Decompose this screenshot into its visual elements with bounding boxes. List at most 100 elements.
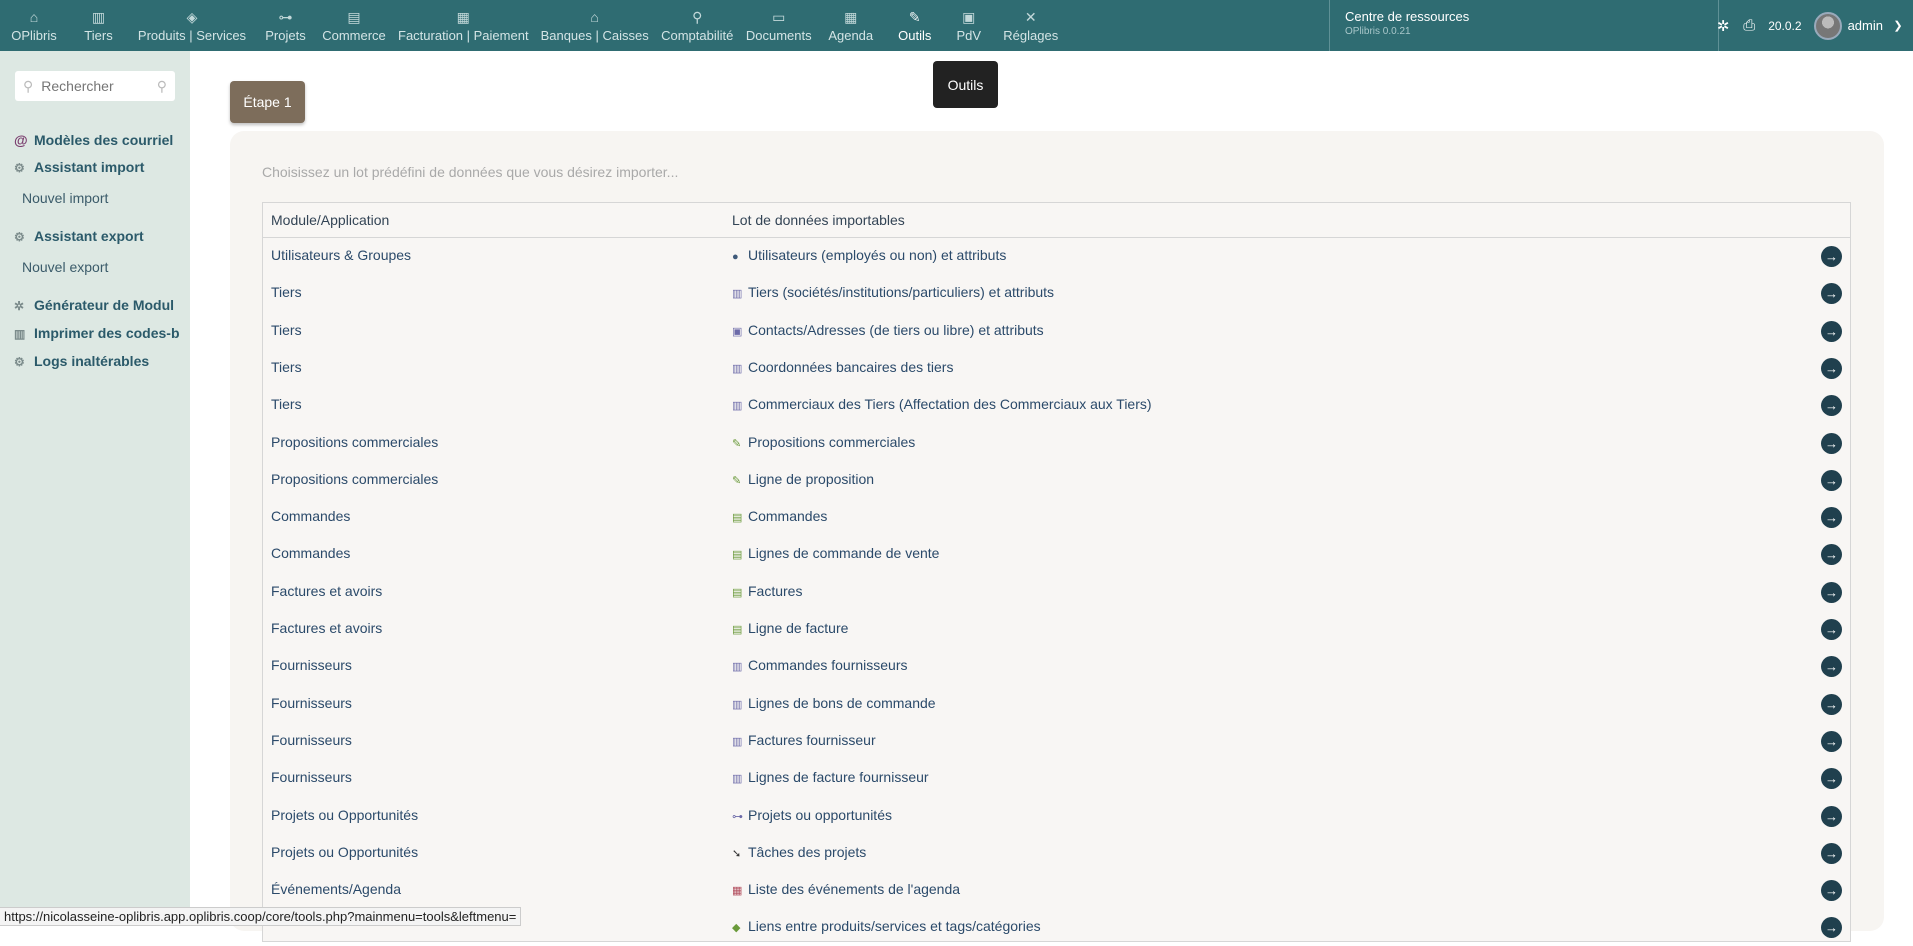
sidebar-item-logs-inalt-rables[interactable]: ⚙ Logs inaltérables (14, 353, 190, 369)
table-row: Fournisseurs ▥ Commandes fournisseurs → (263, 648, 1850, 685)
nav-item-outils[interactable]: ✎ Outils (884, 0, 946, 51)
sidebar-item-assistant-export[interactable]: ⚙ Assistant export (14, 228, 190, 244)
arrow-right-icon[interactable]: → (1821, 656, 1842, 678)
sidebar-item-nouvel-export[interactable]: Nouvel export (22, 259, 198, 275)
sidebar-item-nouvel-import[interactable]: Nouvel import (22, 190, 198, 206)
nav-item-label: Facturation | Paiement (398, 28, 529, 43)
address-card-icon: ▣ (732, 325, 743, 338)
dataset-label: Commandes fournisseurs (748, 657, 908, 674)
table-row: Tiers ▥ Tiers (sociétés/institutions/parti… (263, 275, 1850, 312)
module-cell: Événements/Agenda (271, 881, 401, 898)
step-1-button[interactable]: Étape 1 (230, 81, 305, 123)
arrow-right-icon[interactable]: → (1821, 283, 1842, 305)
table-row: Projets ou Opportunités ➘ Tâches des proje… (263, 835, 1850, 872)
proposal-icon: ✎ (732, 474, 742, 487)
dataset-label: Ligne de proposition (748, 470, 875, 487)
sidebar-item-mod-les-des-courriel[interactable]: @ Modèles des courriel (14, 132, 190, 148)
nav-item-label: Banques | Caisses (540, 28, 649, 43)
dataset-cell: ✎ Propositions commerciales (732, 434, 915, 450)
arrow-right-icon[interactable]: → (1821, 768, 1842, 790)
dataset-cell: ▤ Commandes (732, 508, 827, 524)
print-icon[interactable]: ⎙ (1738, 17, 1760, 34)
task-icon: ➘ (732, 847, 742, 860)
order-icon: ▤ (732, 512, 743, 525)
search-submit-icon[interactable]: ⚲ (157, 78, 167, 95)
arrow-right-icon[interactable]: → (1821, 507, 1842, 529)
dataset-cell: ● Utilisateurs (employés ou non) et attri… (732, 247, 1006, 263)
building-icon: ▥ (91, 9, 106, 25)
arrow-right-icon[interactable]: → (1821, 246, 1842, 267)
table-row: Propositions commerciales ✎ Propositions c… (263, 425, 1850, 462)
arrow-right-icon[interactable]: → (1821, 880, 1842, 902)
import-datasets-table: Module/Application Lot de données import… (262, 202, 1851, 942)
arrow-right-icon[interactable]: → (1821, 469, 1842, 491)
chevron-down-icon[interactable]: ❯ (1887, 19, 1909, 32)
dataset-cell: ➘ Tâches des projets (732, 844, 866, 860)
user-name[interactable]: admin (1848, 18, 1883, 33)
arrow-right-icon[interactable]: → (1821, 842, 1842, 864)
sidebar-item-label: Modèles des courriel (34, 132, 174, 148)
nav-item-comptabilit[interactable]: ⚲ Comptabilité (655, 0, 740, 51)
column-header-module: Module/Application (271, 212, 390, 228)
dataset-cell: ▣ Contacts/Adresses (de tiers ou libre) e… (732, 322, 1044, 338)
arrow-right-icon[interactable]: → (1821, 730, 1842, 752)
arrow-right-icon[interactable]: → (1821, 395, 1842, 417)
version-label: 20.0.2 (1768, 18, 1802, 33)
top-right-tools: ✲ ⎙ 20.0.2 admin ❯ (1708, 0, 1913, 51)
building-icon: ▥ (732, 400, 743, 413)
nav-item-pdv[interactable]: ▣ PdV (946, 0, 992, 51)
dataset-label: Commerciaux des Tiers (Affectation des C… (748, 396, 1152, 413)
arrow-right-icon[interactable]: → (1821, 917, 1842, 939)
nav-item-label: PdV (956, 28, 982, 43)
nav-item-label: Tiers (84, 28, 113, 43)
building-icon: ▥ (732, 362, 743, 375)
dataset-label: Coordonnées bancaires des tiers (748, 358, 954, 375)
dataset-cell: ▥ Tiers (sociétés/institutions/particulie… (732, 284, 1054, 300)
dataset-label: Tiers (sociétés/institutions/particulier… (748, 284, 1055, 301)
arrow-right-icon[interactable]: → (1821, 693, 1842, 715)
dataset-label: Lignes de bons de commande (748, 694, 936, 711)
arrow-right-icon[interactable]: → (1821, 432, 1842, 454)
dataset-cell: ▥ Lignes de bons de commande (732, 695, 936, 711)
table-header: Module/Application Lot de données import… (263, 203, 1850, 238)
sidebar-item-imprimer-des-codes-b[interactable]: ▥ Imprimer des codes-b (14, 325, 190, 341)
wrench-icon: ✎ (908, 9, 921, 25)
user-icon: ● (732, 251, 739, 263)
arrow-right-icon[interactable]: → (1821, 544, 1842, 566)
avatar[interactable] (1813, 11, 1842, 40)
nav-item-tiers[interactable]: ▥ Tiers (68, 0, 129, 51)
arrow-right-icon[interactable]: → (1821, 805, 1842, 827)
arrow-right-icon[interactable]: → (1821, 320, 1842, 342)
nav-item-banques-caisses[interactable]: ⌂ Banques | Caisses (535, 0, 655, 51)
nav-item-produits-services[interactable]: ◈ Produits | Services (129, 0, 255, 51)
cube-icon: ◈ (186, 9, 198, 25)
nav-item-r-glages[interactable]: ✕ Réglages (992, 0, 1070, 51)
dataset-cell: ◆ Liens entre produits/services et tags/c… (732, 918, 1041, 934)
module-cell: Fournisseurs (271, 731, 352, 748)
dataset-label: Propositions commerciales (748, 433, 916, 450)
nav-item-documents[interactable]: ▭ Documents (740, 0, 818, 51)
module-cell: Utilisateurs & Groupes (271, 247, 412, 263)
nav-item-projets[interactable]: ⊶ Projets (255, 0, 316, 51)
resource-center-subtitle: OPlibris 0.0.21 (1345, 26, 1411, 37)
resource-center[interactable]: Centre de ressources OPlibris 0.0.21 (1329, 0, 1719, 51)
nav-item-commerce[interactable]: ▤ Commerce (316, 0, 392, 51)
arrow-right-icon[interactable]: → (1821, 581, 1842, 603)
nav-item-label: Réglages (1003, 28, 1059, 43)
arrow-right-icon[interactable]: → (1821, 619, 1842, 640)
arrow-right-icon[interactable]: → (1821, 357, 1842, 379)
tools-icon: ✕ (1024, 9, 1037, 25)
bug-icon[interactable]: ✲ (1712, 17, 1734, 35)
table-row: Factures et avoirs ▤ Factures → (263, 574, 1850, 611)
main-navigation: ⌂ OPlibris ▥ Tiers ◈ Produits | Services ⊶ Proj… (0, 0, 1070, 51)
bill-icon: ▦ (456, 9, 470, 25)
module-cell: Propositions commerciales (271, 433, 439, 450)
nav-item-facturation-paiement[interactable]: ▦ Facturation | Paiement (392, 0, 535, 51)
sidebar-item-g-n-rateur-de-modul[interactable]: ✲ Générateur de Modul (14, 297, 190, 313)
table-row: Projets ou Opportunités ⊶ Projets ou oppor… (263, 798, 1850, 835)
suitcase-icon: ▤ (347, 9, 361, 25)
search-input[interactable] (39, 77, 145, 95)
sidebar-item-assistant-import[interactable]: ⚙ Assistant import (14, 159, 190, 175)
nav-item-agenda[interactable]: ▦ Agenda (818, 0, 884, 51)
nav-item-oplibris[interactable]: ⌂ OPlibris (0, 0, 68, 51)
